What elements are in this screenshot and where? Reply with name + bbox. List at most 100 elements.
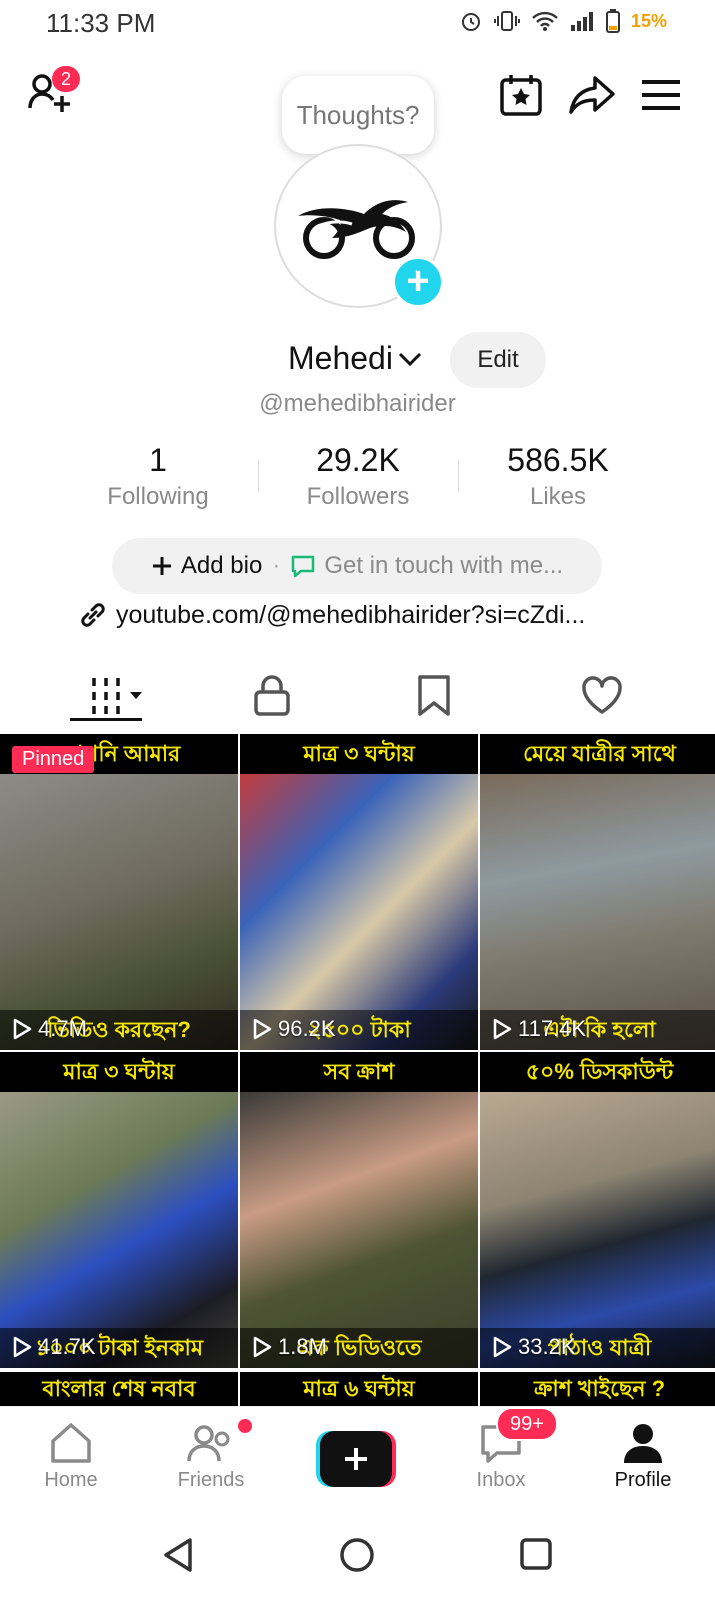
thumbnail-image [0, 774, 238, 1050]
video-thumbnail[interactable]: ৫০% ডিসকাউন্ট পাঠাও যাত্রী 33.2K [480, 1052, 715, 1368]
friends-notification-dot [238, 1419, 252, 1433]
home-circle-icon[interactable] [338, 1536, 376, 1574]
create-button[interactable] [316, 1431, 396, 1487]
view-count-text: 96.2K [278, 1016, 336, 1041]
bookmark-icon [418, 675, 450, 716]
caption-top: মেয়ে যাত্রীর সাথে [480, 734, 715, 774]
caption-top: ৫০% ডিসকাউন্ট [480, 1052, 715, 1092]
nav-profile-label: Profile [614, 1469, 672, 1491]
play-icon [253, 1018, 272, 1040]
video-thumbnail[interactable]: সব ক্রাশ এক ভিডিওতে 1.8M [240, 1052, 478, 1368]
stat-label: Followers [306, 483, 410, 510]
calendar-star-icon [500, 75, 542, 116]
stat-value: 586.5K [507, 442, 609, 478]
video-thumbnail-partial[interactable]: মাত্র ৬ ঘন্টায় [240, 1372, 478, 1406]
menu-icon [642, 80, 680, 110]
display-name[interactable]: Mehedi [288, 340, 423, 377]
separator-dot: · [272, 552, 281, 579]
view-count: 4.7M [12, 1016, 87, 1042]
thumbnail-image [240, 774, 478, 1050]
display-name-text: Mehedi [288, 340, 393, 376]
video-thumbnail[interactable]: মাত্র ৩ ঘন্টায় ১০০০ টাকা ইনকাম 41.7K [0, 1052, 238, 1368]
username: @mehedibhairider [259, 390, 456, 417]
friends-icon [187, 1425, 230, 1462]
system-nav-bar [0, 1510, 715, 1600]
lock-icon [254, 675, 290, 716]
add-avatar-button[interactable]: + [392, 256, 444, 308]
calendar-button[interactable] [498, 72, 544, 123]
nav-profile[interactable]: Profile [588, 1417, 698, 1492]
chat-bubble-icon [292, 555, 315, 578]
view-count-text: 41.7K [38, 1334, 96, 1359]
thumbnail-image [480, 774, 715, 1050]
view-count-text: 117.4K [518, 1016, 587, 1041]
plus-icon [152, 557, 171, 575]
add-bio-label: Add bio [180, 552, 263, 579]
video-thumbnail[interactable]: মাত্র ৩ ঘন্টায় ২৫০০ টাকা 96.2K [240, 734, 478, 1050]
view-count: 117.4K [492, 1016, 586, 1042]
stat-likes[interactable]: 586.5K Likes [460, 442, 656, 511]
get-in-touch-label: Get in touch with me... [324, 552, 564, 579]
stat-divider [458, 460, 459, 492]
videos-grid-icon [92, 678, 142, 714]
get-in-touch-button[interactable]: Get in touch with me... [290, 552, 563, 580]
tab-saved[interactable] [416, 674, 466, 724]
video-thumbnail-partial[interactable]: ক্রাশ খাইছেন ? [480, 1372, 715, 1406]
nav-home-label: Home [44, 1469, 98, 1491]
tab-videos[interactable] [90, 674, 142, 724]
nav-home[interactable]: Home [16, 1417, 126, 1492]
stat-value: 29.2K [316, 442, 400, 478]
wifi-icon [532, 11, 558, 31]
video-thumbnail[interactable]: আপনি আমার Pinned ভিডিও করছেন? 4.7M [0, 734, 238, 1050]
edit-profile-button[interactable]: Edit [450, 332, 546, 388]
caption-top: মাত্র ৩ ঘন্টায় [240, 734, 478, 774]
profile-link-text: youtube.com/@mehedibhairider?si=cZdi... [116, 600, 586, 629]
profile-link[interactable]: youtube.com/@mehedibhairider?si=cZdi... [78, 600, 585, 630]
caption-top: মাত্র ৩ ঘন্টায় [0, 1052, 238, 1092]
recents-icon[interactable] [518, 1536, 554, 1572]
stat-divider [258, 460, 259, 492]
friend-requests-badge: 2 [52, 66, 80, 92]
video-thumbnail-partial[interactable]: বাংলার শেষ নবাব [0, 1372, 238, 1406]
thoughts-bubble[interactable]: Thoughts? [282, 76, 434, 154]
tab-private[interactable] [252, 674, 302, 724]
view-count-text: 1.8M [278, 1334, 327, 1359]
view-count: 33.2K [492, 1334, 576, 1360]
stat-following[interactable]: 1 Following [60, 442, 256, 511]
alarm-icon [461, 13, 480, 31]
chevron-down-icon [398, 352, 422, 366]
share-profile-button[interactable] [568, 72, 616, 123]
video-thumbnail[interactable]: মেয়ে যাত্রীর সাথে এটা কি হলো 117.4K [480, 734, 715, 1050]
plus-icon [345, 1448, 367, 1470]
stat-label: Likes [529, 483, 587, 510]
stat-value: 1 [149, 442, 167, 478]
home-icon [51, 1423, 91, 1463]
battery-percent: 15% [630, 10, 667, 31]
play-icon [253, 1336, 272, 1358]
view-count: 41.7K [12, 1334, 96, 1360]
play-icon [493, 1018, 512, 1040]
stat-label: Following [107, 483, 209, 510]
inbox-badge: 99+ [496, 1407, 558, 1441]
nav-friends-label: Friends [177, 1469, 245, 1491]
thoughts-placeholder: Thoughts? [296, 99, 420, 130]
nav-inbox-label: Inbox [476, 1469, 526, 1491]
play-icon [13, 1018, 32, 1040]
back-icon[interactable] [160, 1536, 196, 1574]
menu-button[interactable] [640, 74, 682, 121]
tab-liked[interactable] [580, 674, 630, 724]
play-icon [13, 1336, 32, 1358]
view-count-text: 33.2K [518, 1334, 576, 1359]
view-count: 1.8M [252, 1334, 327, 1360]
heart-icon [582, 676, 622, 714]
status-icons: 15% [459, 8, 667, 34]
thumbnail-image [480, 1092, 715, 1368]
stat-followers[interactable]: 29.2K Followers [260, 442, 456, 511]
active-tab-indicator [70, 718, 142, 721]
vibrate-icon [493, 11, 520, 31]
add-bio-button[interactable]: Add bio [151, 552, 262, 580]
link-icon [81, 603, 105, 627]
bottom-nav: Home Friends Inbox 99+ Profile [0, 1406, 715, 1511]
thumbnail-image [0, 1092, 238, 1368]
play-icon [493, 1336, 512, 1358]
